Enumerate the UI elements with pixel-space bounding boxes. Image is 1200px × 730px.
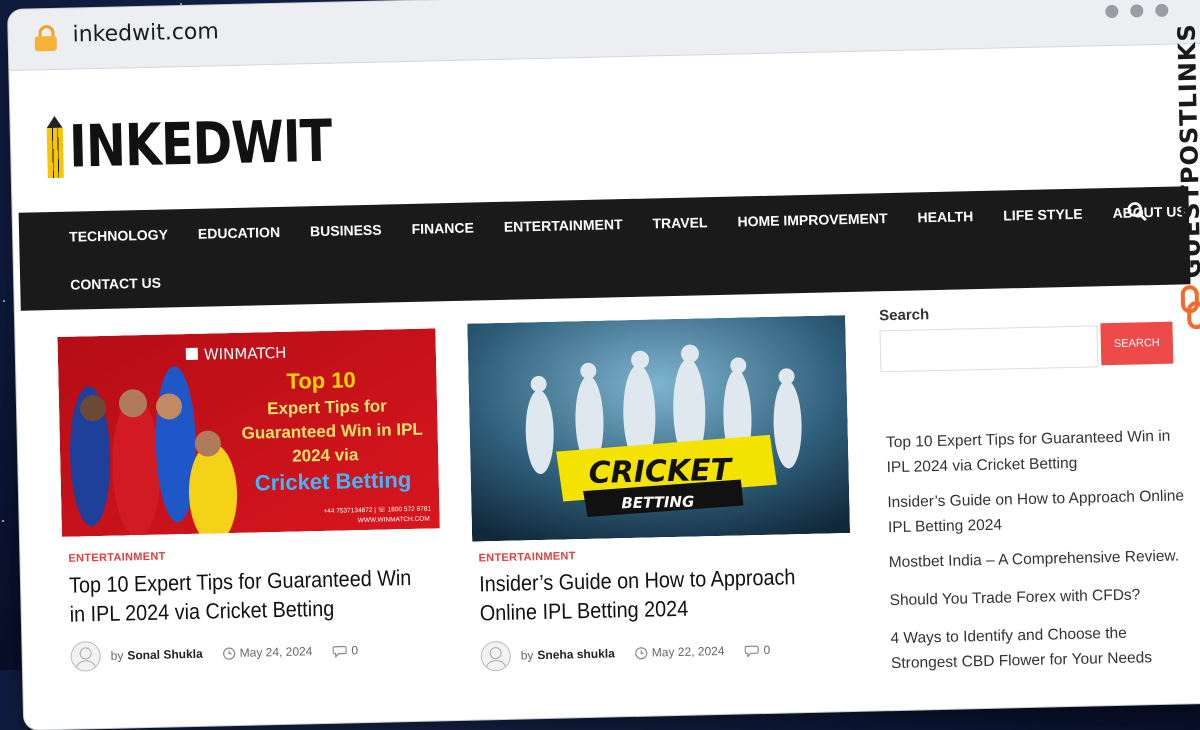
nav-item-contact-us[interactable]: CONTACT US bbox=[70, 275, 161, 293]
watermark-brand: GUESTPOSTLINKS bbox=[1157, 23, 1200, 344]
url-text[interactable]: inkedwit.com bbox=[72, 19, 219, 47]
nav-row-2: CONTACT US bbox=[70, 259, 192, 308]
recent-post-link[interactable]: Mostbet India – A Comprehensive Review. bbox=[888, 543, 1188, 575]
post-title[interactable]: Insider’s Guide on How to Approach Onlin… bbox=[479, 562, 813, 628]
recent-post-link[interactable]: 4 Ways to Identify and Choose the Strong… bbox=[890, 619, 1191, 676]
image-line-5: Cricket Betting bbox=[255, 467, 412, 496]
recent-post-link[interactable]: Insider’s Guide on How to Approach Onlin… bbox=[887, 483, 1188, 540]
post-meta: by Sonal Shukla May 24, 2024 0 bbox=[70, 635, 358, 672]
post-category[interactable]: ENTERTAINMENT bbox=[68, 551, 165, 565]
image-line-2: Expert Tips for bbox=[267, 397, 387, 419]
cricket-betting-image: CRICKET BETTING bbox=[467, 315, 851, 542]
clock-icon bbox=[223, 647, 236, 660]
nav-item-entertainment[interactable]: ENTERTAINMENT bbox=[504, 216, 623, 235]
avatar bbox=[480, 640, 512, 672]
by-label: by bbox=[520, 648, 534, 663]
image-line-1: CRICKET bbox=[588, 453, 734, 491]
search-button[interactable]: SEARCH bbox=[1100, 321, 1174, 366]
post-author[interactable]: Sonal Shukla bbox=[127, 647, 203, 663]
avatar bbox=[70, 641, 102, 672]
nav-item-home-improvement[interactable]: HOME IMPROVEMENT bbox=[737, 210, 887, 229]
nav-item-travel[interactable]: TRAVEL bbox=[652, 214, 707, 231]
clock-icon bbox=[635, 646, 648, 659]
nav-item-technology[interactable]: TECHNOLOGY bbox=[69, 226, 168, 244]
image-line-4: 2024 via bbox=[292, 445, 359, 466]
post-comments[interactable]: 0 bbox=[351, 643, 358, 657]
image-line-1: Top 10 bbox=[286, 367, 356, 394]
by-label: by bbox=[110, 648, 124, 663]
image-brand: WINMATCH bbox=[204, 344, 287, 364]
post-date[interactable]: May 22, 2024 bbox=[652, 644, 725, 660]
nav-item-health[interactable]: HEALTH bbox=[917, 208, 973, 225]
chain-link-icon bbox=[1180, 285, 1200, 330]
post-date[interactable]: May 24, 2024 bbox=[240, 644, 313, 660]
comment-icon bbox=[744, 645, 759, 657]
dot-icon[interactable] bbox=[1105, 4, 1119, 19]
site-logo[interactable]: INKEDWIT bbox=[46, 105, 389, 181]
dot-icon[interactable] bbox=[1155, 3, 1169, 17]
main-navigation: TECHNOLOGY EDUCATION BUSINESS FINANCE EN… bbox=[18, 186, 1191, 311]
post-thumbnail[interactable]: CRICKET BETTING bbox=[467, 315, 851, 542]
post-comments[interactable]: 0 bbox=[763, 643, 770, 657]
comment-icon bbox=[332, 645, 347, 658]
nav-item-business[interactable]: BUSINESS bbox=[310, 222, 382, 240]
post-thumbnail[interactable]: WINMATCH Top 10 Expert Tips for Guarante… bbox=[57, 328, 440, 537]
post-title[interactable]: Top 10 Expert Tips for Guaranteed Win in… bbox=[69, 563, 430, 629]
nav-row: TECHNOLOGY EDUCATION BUSINESS FINANCE EN… bbox=[69, 186, 1200, 262]
winmatch-banner: WINMATCH Top 10 Expert Tips for Guarante… bbox=[57, 328, 440, 537]
pencil-icon bbox=[46, 115, 64, 179]
browser-window: inkedwit.com INKEDWIT TECHNOLOGY EDUCATI… bbox=[8, 0, 1200, 730]
search-icon[interactable] bbox=[1125, 199, 1150, 224]
post-category[interactable]: ENTERTAINMENT bbox=[478, 550, 575, 564]
nav-item-finance[interactable]: FINANCE bbox=[411, 219, 474, 236]
watermark-text: GUESTPOSTLINKS bbox=[1172, 22, 1200, 279]
post-author[interactable]: Sneha shukla bbox=[537, 646, 615, 662]
nav-item-life-style[interactable]: LIFE STYLE bbox=[1003, 206, 1083, 224]
logo-text[interactable]: INKEDWIT bbox=[68, 107, 332, 181]
address-bar[interactable]: inkedwit.com bbox=[8, 0, 1200, 71]
winmatch-logo-icon bbox=[185, 347, 198, 361]
search-input[interactable] bbox=[879, 325, 1099, 373]
search-widget-title: Search bbox=[878, 306, 930, 325]
image-line-2: BETTING bbox=[621, 493, 694, 513]
window-controls[interactable] bbox=[1105, 3, 1169, 19]
recent-post-link[interactable]: Should You Trade Forex with CFDs? bbox=[889, 581, 1189, 613]
recent-post-link[interactable]: Top 10 Expert Tips for Guaranteed Win in… bbox=[886, 423, 1187, 480]
dot-icon[interactable] bbox=[1130, 4, 1144, 18]
post-meta: by Sneha shukla May 22, 2024 0 bbox=[480, 635, 770, 672]
nav-item-education[interactable]: EDUCATION bbox=[198, 224, 281, 242]
lock-icon bbox=[34, 24, 57, 52]
